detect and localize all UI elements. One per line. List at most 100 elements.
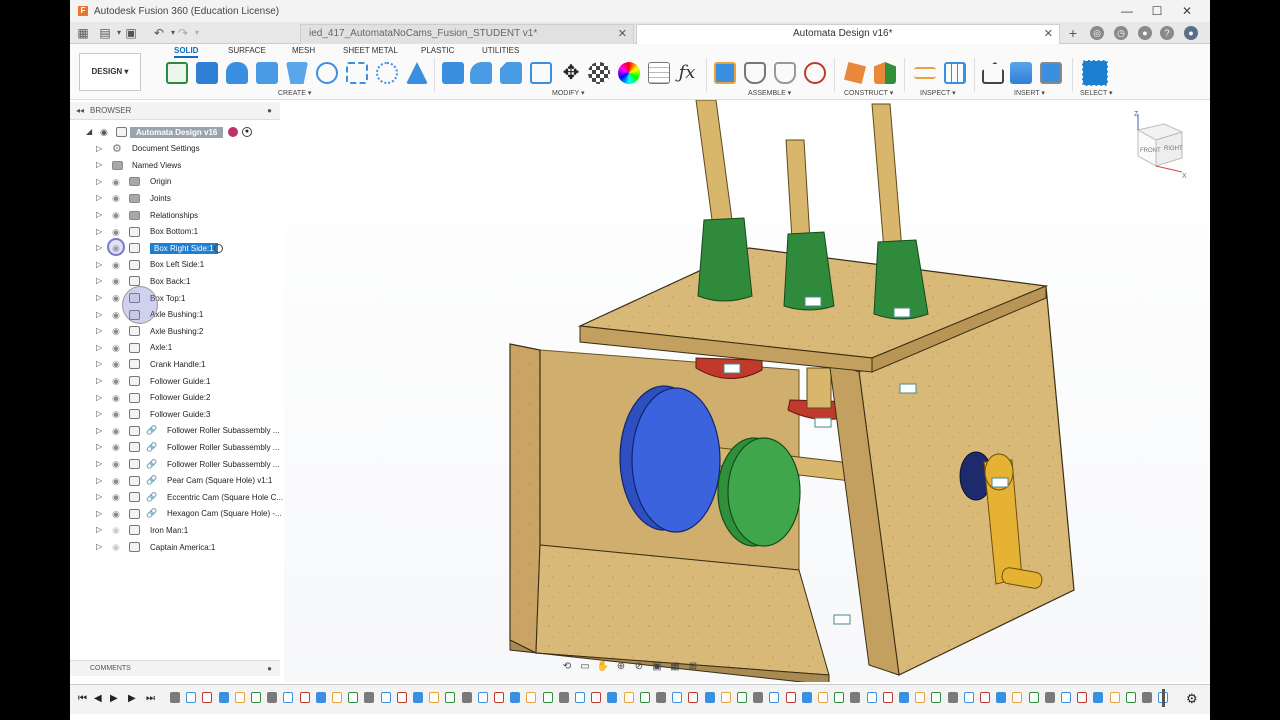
timeline-feature-icon[interactable] xyxy=(429,692,440,703)
browser-item-follower-roller-subassembly[interactable]: ▷ ◉ 🔗 Follower Roller Subassembly ... xyxy=(70,456,280,472)
timeline-feature-icon[interactable] xyxy=(348,692,359,703)
new-component-icon[interactable] xyxy=(714,62,736,84)
follower-guide-3[interactable] xyxy=(873,239,929,320)
timeline-feature-icon[interactable] xyxy=(801,692,812,703)
timeline-feature-icon[interactable] xyxy=(688,692,699,703)
browser-item-box-bottom-1[interactable]: ▷ ◉ Box Bottom:1 xyxy=(70,224,280,240)
timeline-feature-icon[interactable] xyxy=(882,692,893,703)
visibility-eye-icon[interactable]: ◉ xyxy=(112,343,122,352)
visibility-eye-icon[interactable]: ◉ xyxy=(112,360,122,369)
browser-item-follower-guide-1[interactable]: ▷ ◉ Follower Guide:1 xyxy=(70,373,280,389)
new-tab-icon[interactable]: + xyxy=(1066,26,1080,40)
user-avatar[interactable]: ● xyxy=(1184,26,1198,40)
change-parameters-icon[interactable]: ƒx xyxy=(676,62,698,84)
insert-derive-icon[interactable] xyxy=(982,62,1004,84)
activate-icon[interactable] xyxy=(228,127,238,137)
joint-glyph[interactable] xyxy=(804,296,822,307)
activate-radio-icon[interactable] xyxy=(214,243,223,253)
expand-arrow-icon[interactable]: ▷ xyxy=(96,276,104,286)
grid-settings-icon[interactable]: ▦ xyxy=(668,660,682,674)
hole-icon[interactable] xyxy=(316,62,338,84)
timeline-feature-icon[interactable] xyxy=(931,692,942,703)
visibility-eye-icon[interactable]: ◉ xyxy=(112,509,122,518)
timeline-feature-icon[interactable] xyxy=(396,692,407,703)
visibility-eye-icon[interactable]: ◉ xyxy=(112,393,122,402)
browser-item-relationships[interactable]: ▷ ◉ Relationships xyxy=(70,207,280,223)
circular-pattern-icon[interactable] xyxy=(376,62,398,84)
timeline-feature-icon[interactable] xyxy=(494,692,504,703)
collapse-browser-icon[interactable]: ◂◂ xyxy=(76,102,84,120)
create-menu[interactable]: CREATE ▾ xyxy=(278,89,311,97)
browser-item-box-top-1[interactable]: ▷ ◉ Box Top:1 xyxy=(70,290,280,306)
joint-glyph[interactable] xyxy=(723,363,741,374)
visibility-eye-icon[interactable]: ◉ xyxy=(112,310,122,319)
tab-automata-design[interactable]: Automata Design v16* ✕ xyxy=(636,24,1060,44)
timeline-feature-icon[interactable] xyxy=(234,692,245,703)
browser-item-axle-bushing-2[interactable]: ▷ ◉ Axle Bushing:2 xyxy=(70,323,280,339)
browser-item-follower-roller-subassembly[interactable]: ▷ ◉ 🔗 Follower Roller Subassembly ... xyxy=(70,423,280,439)
timeline-feature-icon[interactable] xyxy=(558,692,569,703)
extensions-icon[interactable]: ◎ xyxy=(1090,26,1104,40)
insert-mesh-icon[interactable] xyxy=(1040,62,1062,84)
timeline-feature-icon[interactable] xyxy=(704,692,715,703)
timeline-feature-icon[interactable] xyxy=(672,692,683,703)
browser-item-joints[interactable]: ▷ ◉ Joints xyxy=(70,190,280,206)
maximize-button[interactable]: ☐ xyxy=(1142,0,1172,22)
as-built-joint-icon[interactable] xyxy=(774,62,796,84)
expand-arrow-icon[interactable]: ▷ xyxy=(96,243,104,253)
timeline-feature-icon[interactable] xyxy=(996,692,1007,703)
box-left-side[interactable] xyxy=(509,343,541,654)
timeline-forward-icon[interactable]: ▶ xyxy=(128,693,136,704)
manage-materials-icon[interactable] xyxy=(648,62,670,84)
redo-icon[interactable]: ↷ xyxy=(176,26,190,40)
timeline-feature-icon[interactable] xyxy=(1109,692,1120,703)
expand-arrow-icon[interactable]: ▷ xyxy=(96,426,104,436)
expand-arrow-icon[interactable]: ▷ xyxy=(96,542,104,552)
visibility-eye-icon[interactable]: ◉ xyxy=(112,410,122,419)
timeline-play-icon[interactable]: ▶ xyxy=(110,693,118,704)
design-workspace-button[interactable]: DESIGN ▾ xyxy=(79,53,141,91)
joint-glyph[interactable] xyxy=(899,383,917,394)
visibility-eye-icon[interactable]: ◉ xyxy=(112,543,122,552)
timeline-feature-icon[interactable] xyxy=(1061,692,1071,703)
timeline-feature-icon[interactable] xyxy=(364,692,375,703)
measure-icon[interactable] xyxy=(914,67,936,79)
browser-item-follower-roller-subassembly[interactable]: ▷ ◉ 🔗 Follower Roller Subassembly ... xyxy=(70,439,280,455)
browser-item-named-views[interactable]: ▷ Named Views xyxy=(70,157,280,173)
timeline-feature-icon[interactable] xyxy=(477,692,488,703)
expand-arrow-icon[interactable]: ▷ xyxy=(96,509,104,519)
save-icon[interactable]: ▣ xyxy=(124,26,138,40)
timeline-feature-icon[interactable] xyxy=(656,692,666,703)
fillet-icon[interactable] xyxy=(470,62,492,84)
expand-arrow-icon[interactable]: ▷ xyxy=(96,177,104,187)
timeline-feature-icon[interactable] xyxy=(769,692,780,703)
timeline-feature-icon[interactable] xyxy=(639,692,650,703)
collapse-arrow-icon[interactable]: ◢ xyxy=(86,127,94,137)
timeline-feature-icon[interactable] xyxy=(510,692,521,703)
extrude-icon[interactable] xyxy=(196,62,218,84)
timeline-feature-icon[interactable] xyxy=(1044,692,1055,703)
tab-surface[interactable]: SURFACE xyxy=(228,46,266,55)
tab-plastic[interactable]: PLASTIC xyxy=(421,46,454,55)
expand-arrow-icon[interactable]: ▷ xyxy=(96,293,104,303)
timeline-feature-icon[interactable] xyxy=(915,692,926,703)
follower-guide-1[interactable] xyxy=(697,217,753,302)
browser-item-box-left-side-1[interactable]: ▷ ◉ Box Left Side:1 xyxy=(70,257,280,273)
grid-menu-icon[interactable]: ▦ xyxy=(76,26,90,40)
construct-menu[interactable]: CONSTRUCT ▾ xyxy=(844,89,893,97)
visibility-eye-icon[interactable]: ◉ xyxy=(100,128,110,137)
timeline-feature-icon[interactable] xyxy=(963,692,974,703)
pan-icon[interactable]: ✋ xyxy=(596,660,610,674)
close-window-button[interactable]: ✕ xyxy=(1172,0,1202,22)
section-analysis-icon[interactable] xyxy=(944,62,966,84)
create-sketch-icon[interactable] xyxy=(166,62,188,84)
timeline-feature-icon[interactable] xyxy=(607,692,618,703)
timeline-feature-icon[interactable] xyxy=(218,692,229,703)
offset-plane-icon[interactable] xyxy=(844,62,866,84)
loft-icon[interactable] xyxy=(286,62,308,84)
insert-canvas-icon[interactable] xyxy=(1010,62,1032,84)
visibility-eye-icon[interactable]: ◉ xyxy=(112,493,122,502)
visibility-eye-icon[interactable]: ◉ xyxy=(112,377,122,386)
look-at-icon[interactable]: ▭ xyxy=(578,660,592,674)
expand-arrow-icon[interactable]: ▷ xyxy=(96,525,104,535)
